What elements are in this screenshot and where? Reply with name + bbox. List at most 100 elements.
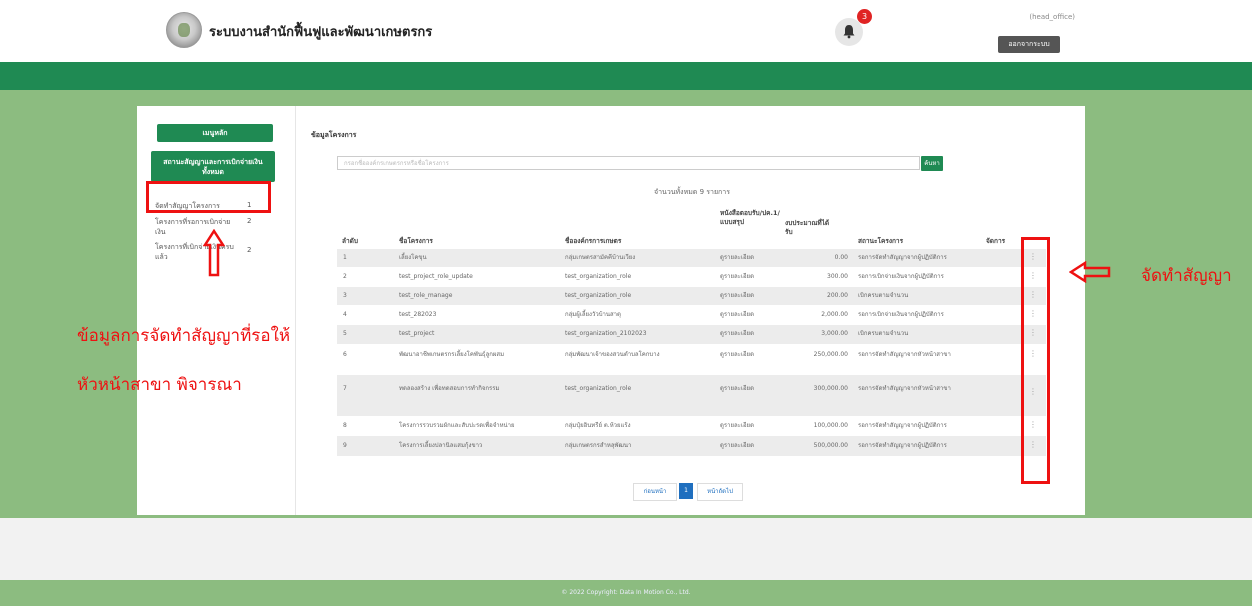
nav-band	[0, 62, 1252, 90]
pagination-prev-button[interactable]: ก่อนหน้า	[633, 483, 677, 501]
page-bottom-area	[0, 518, 1252, 580]
column-header-organization: ชื่อองค์กรการเกษตร	[565, 237, 622, 245]
sidebar-item-count: 2	[247, 246, 252, 254]
organization-name: test_organization_role	[565, 385, 632, 392]
row-number: 7	[343, 385, 347, 392]
section-title: ข้อมูลโครงการ	[311, 131, 357, 139]
column-header-budget: งบประมาณที่ได้รับ	[785, 219, 830, 236]
top-header: ระบบงานสำนักฟื้นฟูและพัฒนาเกษตรกร 3 (hea…	[0, 0, 1252, 62]
column-header-status: สถานะโครงการ	[858, 237, 904, 245]
sidebar-item-fully-disbursed[interactable]: โครงการที่เบิกจ่ายเงินครบแล้ว	[155, 242, 240, 262]
notification-count-badge: 3	[857, 9, 872, 24]
table-row: 6 พัฒนาอาชีพเกษตรกรเลี้ยงโคพันธุ์ลูกผสม …	[337, 344, 1046, 375]
view-document-link[interactable]: ดูรายละเอียด	[720, 254, 754, 262]
project-status: รอการจัดทำสัญญาจากหัวหน้าสาขา	[858, 385, 951, 392]
annotation-note-line-2: หัวหน้าสาขา พิจารณา	[77, 375, 242, 395]
project-status: รอการจัดทำสัญญาจากหัวหน้าสาขา	[858, 351, 951, 358]
project-name: โครงการเลี้ยงปลานิลแสมกุ้งขาว	[399, 442, 483, 449]
app-title: ระบบงานสำนักฟื้นฟูและพัฒนาเกษตรกร	[209, 25, 433, 40]
all-contract-status-button[interactable]: สถานะสัญญาและการเบิกจ่ายเงินทั้งหมด	[151, 151, 275, 182]
pagination-next-button[interactable]: หน้าถัดไป	[697, 483, 743, 501]
sidebar-divider	[295, 106, 296, 515]
search-button[interactable]: ค้นหา	[921, 156, 943, 171]
view-document-link[interactable]: ดูรายละเอียด	[720, 442, 754, 450]
budget-amount: 100,000.00	[813, 422, 848, 429]
row-number: 5	[343, 330, 347, 337]
row-number: 8	[343, 422, 347, 429]
annotation-actions-highlight	[1021, 237, 1050, 484]
view-document-link[interactable]: ดูรายละเอียด	[720, 311, 754, 319]
search-input[interactable]: กรอกชื่อองค์กรเกษตรกรหรือชื่อโครงการ	[337, 156, 920, 170]
project-status: รอการจัดทำสัญญาจากผู้ปฏิบัติการ	[858, 442, 947, 449]
project-name: เลี้ยงโคขุน	[399, 254, 427, 261]
column-header-actions: จัดการ	[986, 237, 1006, 245]
organization-name: test_organization_2102023	[565, 330, 647, 337]
project-name: พัฒนาอาชีพเกษตรกรเลี้ยงโคพันธุ์ลูกผสม	[399, 351, 505, 358]
view-document-link[interactable]: ดูรายละเอียด	[720, 385, 754, 393]
user-name: (head_office)	[1029, 13, 1075, 21]
footer-copyright: © 2022 Copyright: Data In Motion Co., Lt…	[0, 580, 1252, 606]
main-menu-button[interactable]: เมนูหลัก	[157, 124, 273, 142]
table-row: 7 ทดลองสร้าง เพื่อทดสอบการทำกิจกรรม test…	[337, 375, 1046, 416]
pagination-page-1[interactable]: 1	[679, 483, 693, 499]
sidebar-item-awaiting-disbursement[interactable]: โครงการที่รอการเบิกจ่ายเงิน	[155, 217, 240, 237]
organization-name: กลุ่มเกษตรสามัคคีบ้านเวียง	[565, 254, 636, 261]
project-name: test_project	[399, 330, 435, 337]
column-header-no: ลำดับ	[342, 237, 358, 245]
organization-name: กลุ่มเกษตรกรสำหลุพัฒนา	[565, 442, 632, 449]
project-status: เบิกครบตามจำนวน	[858, 292, 909, 299]
project-status: รอการจัดทำสัญญาจากผู้ปฏิบัติการ	[858, 422, 947, 429]
organization-logo-icon	[166, 12, 202, 48]
organization-name: test_organization_role	[565, 292, 632, 299]
organization-name: test_organization_role	[565, 273, 632, 280]
budget-amount: 0.00	[834, 254, 848, 261]
view-document-link[interactable]: ดูรายละเอียด	[720, 422, 754, 430]
organization-name: กลุ่มพัฒนาเจ้าของสวนตำบลโคกบาง	[565, 351, 660, 358]
table-row: 8 โครงการรวบรวมผักและสับปะรดเพื่อจำหน่าย…	[337, 416, 1046, 436]
view-document-link[interactable]: ดูรายละเอียด	[720, 330, 754, 338]
budget-amount: 2,000.00	[821, 311, 848, 318]
budget-amount: 250,000.00	[813, 351, 848, 358]
project-name: โครงการรวบรวมผักและสับปะรดเพื่อจำหน่าย	[399, 422, 515, 429]
project-name: test_project_role_update	[399, 273, 473, 280]
project-status: รอการเบิกจ่ายเงินจากผู้ปฏิบัติการ	[858, 311, 944, 318]
project-status: เบิกครบตามจำนวน	[858, 330, 909, 337]
project-name: ทดลองสร้าง เพื่อทดสอบการทำกิจกรรม	[399, 385, 500, 392]
project-status: รอการเบิกจ่ายเงินจากผู้ปฏิบัติการ	[858, 273, 944, 280]
row-number: 3	[343, 292, 347, 299]
annotation-left-arrow-icon	[1069, 261, 1111, 283]
annotation-up-arrow-icon	[203, 229, 225, 277]
table-row: 1 เลี้ยงโคขุน กลุ่มเกษตรสามัคคีบ้านเวียง…	[337, 249, 1046, 267]
row-number: 6	[343, 351, 347, 358]
table-row: 5 test_project test_organization_2102023…	[337, 325, 1046, 344]
table-row: 2 test_project_role_update test_organiza…	[337, 267, 1046, 287]
main-card: เมนูหลัก สถานะสัญญาและการเบิกจ่ายเงินทั้…	[137, 106, 1085, 515]
row-number: 9	[343, 442, 347, 449]
budget-amount: 200.00	[827, 292, 848, 299]
bell-icon	[843, 25, 855, 39]
logout-button[interactable]: ออกจากระบบ	[998, 36, 1060, 53]
total-count: จำนวนทั้งหมด 9 รายการ	[654, 188, 730, 196]
row-number: 1	[343, 254, 347, 261]
organization-name: กลุ่มปุ๋ยอินทรีย์ ต.ห้วยแร้ง	[565, 422, 631, 429]
budget-amount: 500,000.00	[813, 442, 848, 449]
project-name: test_role_manage	[399, 292, 453, 299]
row-number: 4	[343, 311, 347, 318]
organization-name: กลุ่มผู้เลี้ยงวัวบ้านสาตุ	[565, 311, 621, 318]
row-number: 2	[343, 273, 347, 280]
budget-amount: 3,000.00	[821, 330, 848, 337]
view-document-link[interactable]: ดูรายละเอียด	[720, 273, 754, 281]
column-header-document: หนังสือตอบรับ/ปค.1/แบบสรุป	[720, 209, 780, 226]
budget-amount: 300.00	[827, 273, 848, 280]
view-document-link[interactable]: ดูรายละเอียด	[720, 292, 754, 300]
annotation-note-line-1: ข้อมูลการจัดทำสัญญาที่รอให้	[77, 326, 291, 346]
project-status: รอการจัดทำสัญญาจากผู้ปฏิบัติการ	[858, 254, 947, 261]
column-header-project-name: ชื่อโครงการ	[399, 237, 433, 245]
view-document-link[interactable]: ดูรายละเอียด	[720, 351, 754, 359]
project-name: test_282023	[399, 311, 437, 318]
sidebar-item-count: 2	[247, 217, 252, 225]
table-row: 4 test_282023 กลุ่มผู้เลี้ยงวัวบ้านสาตุ …	[337, 305, 1046, 325]
table-row: 3 test_role_manage test_organization_rol…	[337, 287, 1046, 305]
table-row: 9 โครงการเลี้ยงปลานิลแสมกุ้งขาว กลุ่มเกษ…	[337, 436, 1046, 456]
annotation-sidebar-highlight	[146, 181, 271, 213]
